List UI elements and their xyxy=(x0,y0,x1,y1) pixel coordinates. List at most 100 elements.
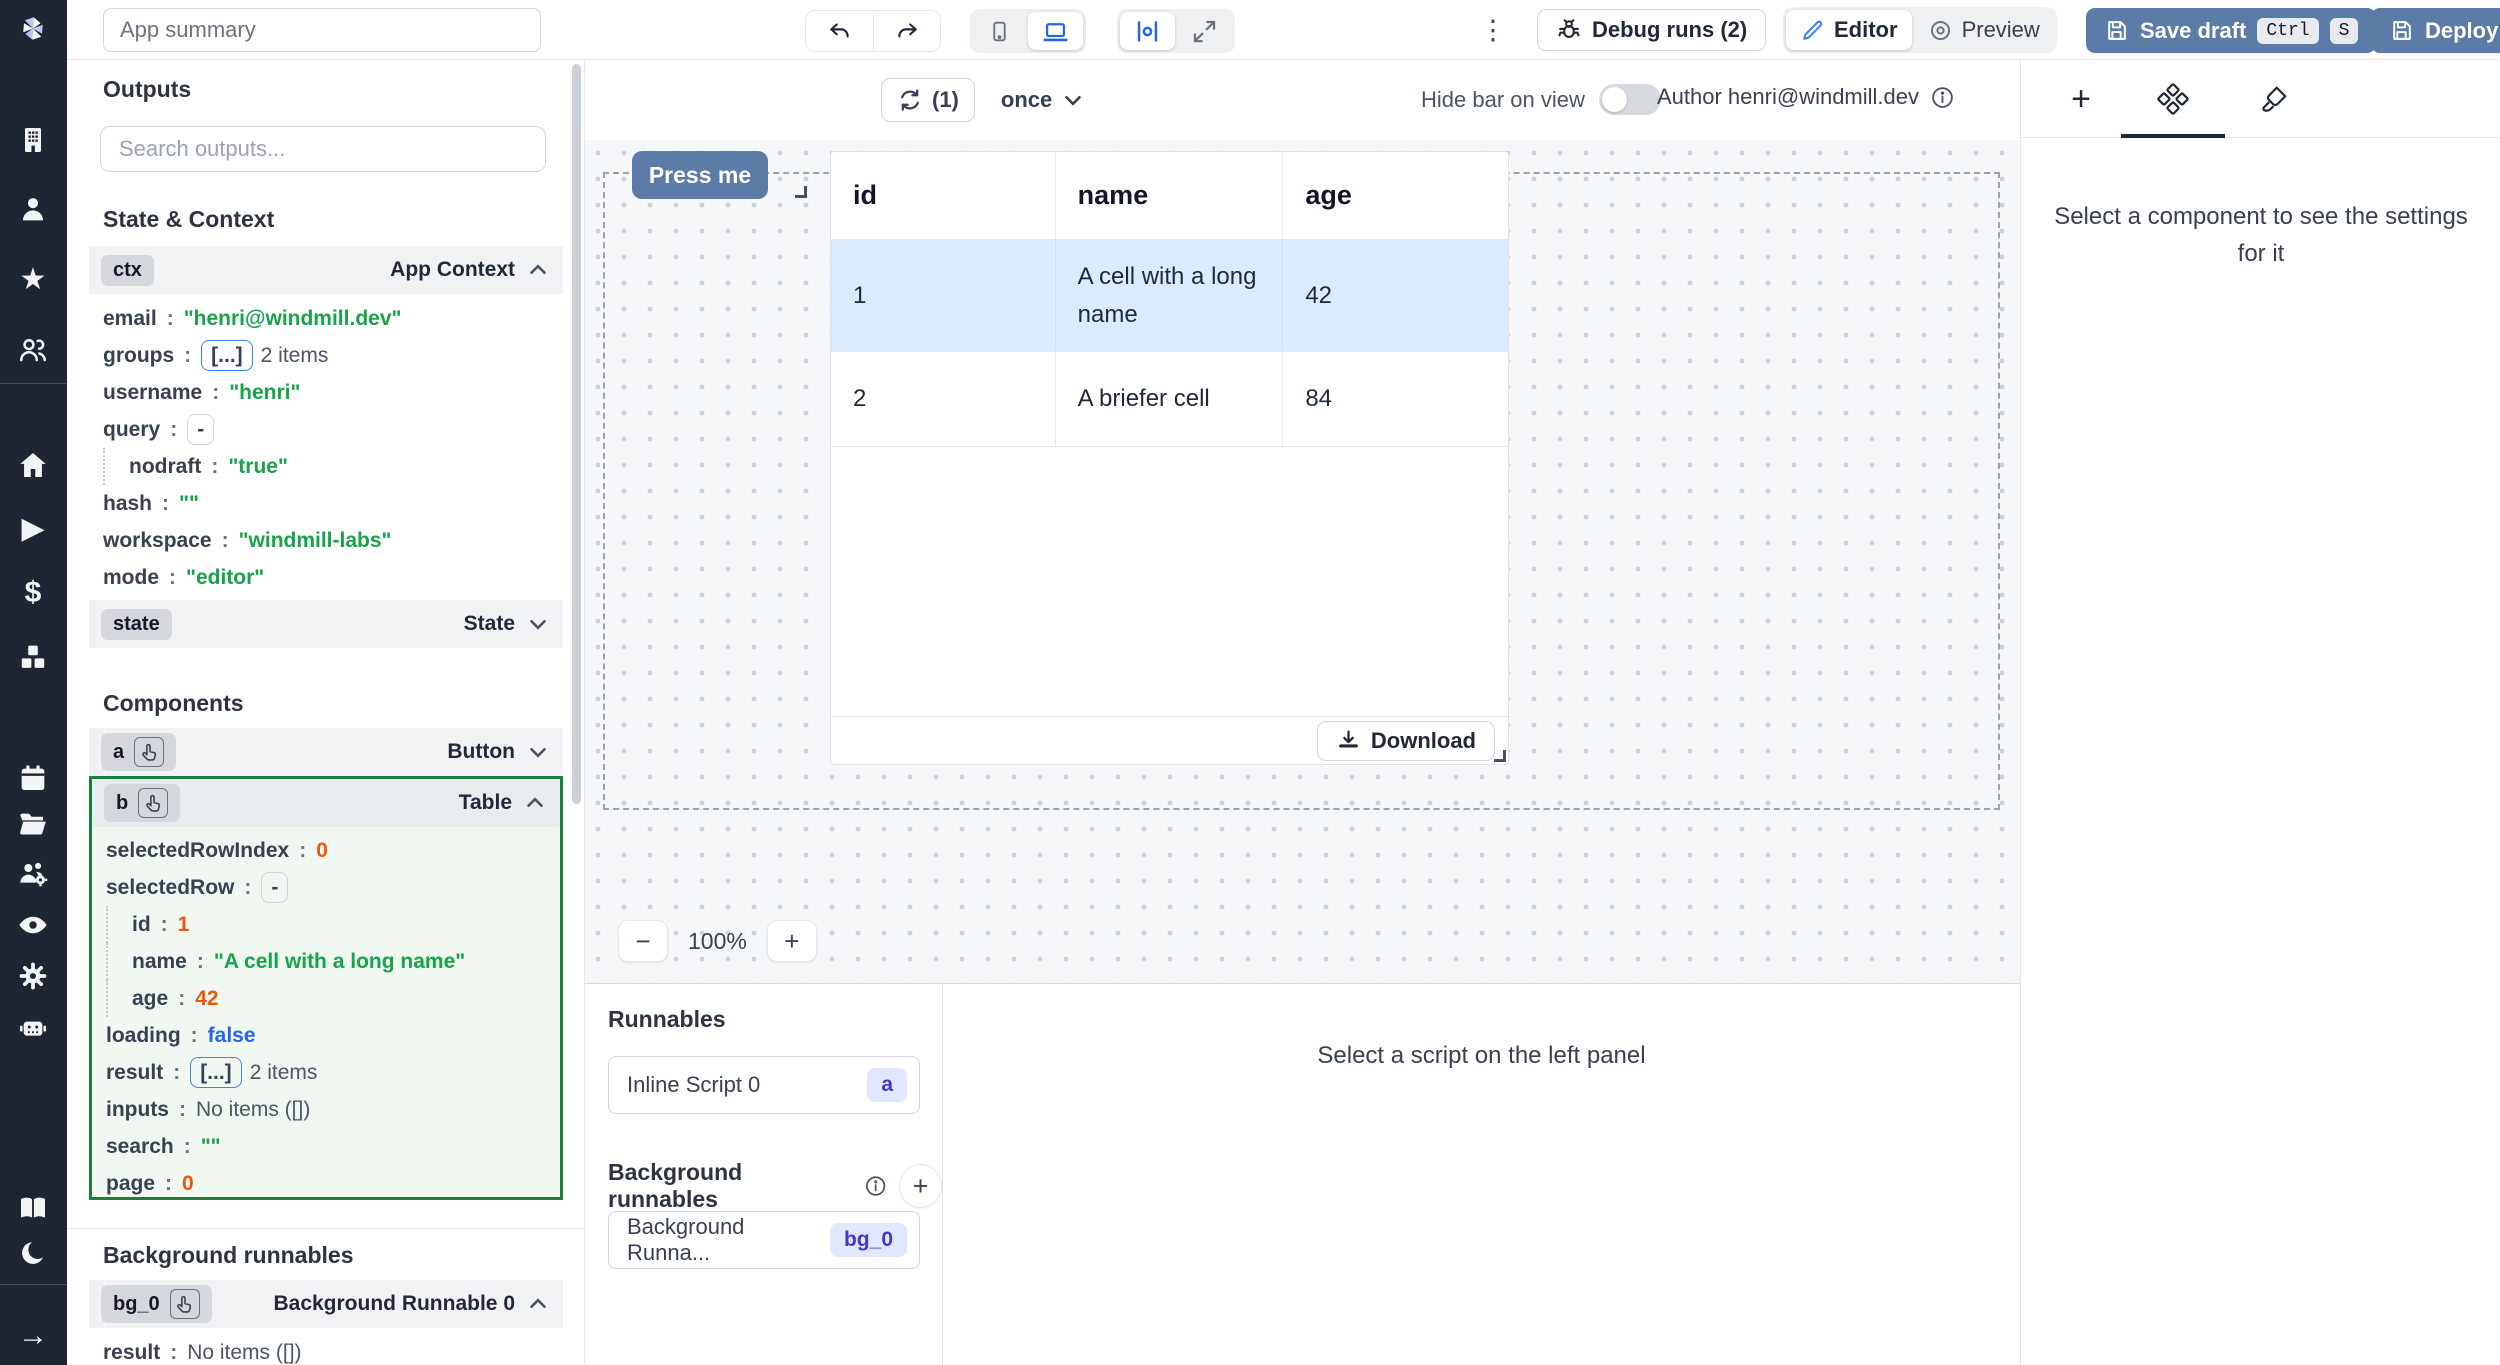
audit-eye-icon[interactable] xyxy=(15,907,51,943)
app-canvas[interactable]: Press me id name age 1 A cell with a lon… xyxy=(585,140,2020,983)
user-icon[interactable] xyxy=(15,191,51,227)
device-toggle-group xyxy=(970,9,1086,53)
settings-empty-message: Select a component to see the settings f… xyxy=(2041,198,2481,272)
styling-tab[interactable] xyxy=(2228,60,2320,138)
schedules-calendar-icon[interactable] xyxy=(15,760,51,796)
output-row: inputsNo items ([]) xyxy=(92,1091,566,1128)
add-background-runnable-button[interactable]: + xyxy=(899,1164,942,1208)
table-resize-handle[interactable] xyxy=(1494,750,1506,762)
workspace-icon[interactable] xyxy=(15,122,51,158)
runs-play-icon[interactable]: ▶ xyxy=(15,511,51,547)
hide-bar-toggle[interactable] xyxy=(1599,84,1661,115)
windmill-logo[interactable] xyxy=(15,12,51,48)
settings-panel: + Select a component to see the settings… xyxy=(2020,60,2500,1365)
chevron-up-icon xyxy=(525,1291,551,1317)
folders-icon[interactable] xyxy=(15,805,51,841)
zoom-in-button[interactable]: + xyxy=(767,920,817,962)
column-header[interactable]: name xyxy=(1056,152,1284,239)
ai-robot-icon[interactable] xyxy=(15,1009,51,1045)
chevron-down-icon xyxy=(525,611,551,637)
desktop-view-button[interactable] xyxy=(1028,12,1083,50)
redo-button[interactable] xyxy=(873,11,940,51)
column-header[interactable]: id xyxy=(831,152,1056,239)
favorites-star-icon[interactable]: ★ xyxy=(15,262,51,298)
collapse-arrow-icon[interactable]: → xyxy=(15,1318,51,1354)
workers-users-gear-icon[interactable] xyxy=(15,856,51,892)
centered-layout-button[interactable] xyxy=(1120,12,1175,50)
settings-gear-icon[interactable] xyxy=(15,958,51,994)
empty-value-chip[interactable]: - xyxy=(261,872,288,903)
column-header[interactable]: age xyxy=(1283,152,1508,239)
component-b-header[interactable]: b Table xyxy=(92,779,560,827)
app-summary-input[interactable] xyxy=(103,8,541,52)
deploy-button[interactable]: Deploy xyxy=(2371,8,2500,53)
hand-pointer-icon[interactable] xyxy=(170,1289,200,1319)
table-header-row: id name age xyxy=(831,152,1508,240)
hand-pointer-icon[interactable] xyxy=(134,737,164,767)
state-node-header[interactable]: state State xyxy=(89,600,563,648)
panel-scrollbar[interactable] xyxy=(572,64,581,804)
table-cell[interactable]: 84 xyxy=(1283,352,1508,446)
components-title: Components xyxy=(103,690,244,717)
table-cell[interactable]: A cell with a long name xyxy=(1056,240,1284,351)
fullscreen-button[interactable] xyxy=(1177,12,1232,50)
preview-tab[interactable]: Preview xyxy=(1914,10,2054,50)
debug-runs-button[interactable]: Debug runs (2) xyxy=(1537,9,1766,51)
more-options-menu[interactable]: ⋮ xyxy=(1475,12,1511,48)
expand-array-chip[interactable]: [...] xyxy=(190,1057,242,1088)
download-button[interactable]: Download xyxy=(1317,721,1495,761)
variables-dollar-icon[interactable]: $ xyxy=(15,575,51,611)
refresh-icon xyxy=(897,87,923,113)
top-toolbar: ⋮ Debug runs (2) Editor Preview Save dra… xyxy=(67,0,2500,60)
output-row: page0 xyxy=(92,1165,566,1202)
button-resize-handle[interactable] xyxy=(795,186,807,198)
component-b-type-label: Table xyxy=(459,791,512,815)
table-cell[interactable]: 2 xyxy=(831,352,1056,446)
add-component-tab[interactable]: + xyxy=(2035,60,2127,138)
component-settings-tab[interactable] xyxy=(2127,60,2219,138)
empty-value-chip[interactable]: - xyxy=(187,414,214,445)
output-row: id1 xyxy=(106,906,566,943)
output-row: search"" xyxy=(92,1128,566,1165)
refresh-button[interactable]: (1) xyxy=(881,78,975,122)
inline-script-item[interactable]: Inline Script 0 a xyxy=(608,1056,920,1114)
hand-pointer-icon[interactable] xyxy=(138,788,168,818)
shortcut-ctrl-key: Ctrl xyxy=(2257,18,2318,44)
table-row-selected[interactable]: 1 A cell with a long name 42 xyxy=(831,240,1508,352)
ctx-node-header[interactable]: ctx App Context xyxy=(89,246,563,294)
undo-button[interactable] xyxy=(806,11,873,51)
state-id-pill: state xyxy=(101,609,172,640)
groups-icon[interactable] xyxy=(15,332,51,368)
bg0-node-header[interactable]: bg_0 Background Runnable 0 xyxy=(89,1280,563,1328)
press-me-button-component[interactable]: Press me xyxy=(632,151,768,199)
table-cell[interactable]: 42 xyxy=(1283,240,1508,351)
background-runnable-item[interactable]: Background Runna... bg_0 xyxy=(608,1211,920,1269)
outputs-panel: Outputs State & Context ctx App Context … xyxy=(67,60,585,1365)
output-row: age42 xyxy=(106,980,566,1017)
dark-mode-moon-icon[interactable] xyxy=(15,1235,51,1271)
table-cell[interactable]: A briefer cell xyxy=(1056,352,1284,446)
output-row: username"henri" xyxy=(89,374,563,411)
resources-cubes-icon[interactable] xyxy=(15,639,51,675)
editor-label: Editor xyxy=(1834,17,1898,43)
save-draft-button[interactable]: Save draft Ctrl S xyxy=(2086,8,2376,53)
info-icon[interactable] xyxy=(864,1174,887,1198)
layout-toggle-group xyxy=(1117,9,1235,53)
search-outputs-input[interactable] xyxy=(100,126,546,172)
component-a-header[interactable]: a Button xyxy=(89,728,563,776)
table-cell[interactable]: 1 xyxy=(831,240,1056,351)
table-row[interactable]: 2 A briefer cell 84 xyxy=(831,352,1508,447)
section-divider xyxy=(67,1228,585,1229)
mobile-view-button[interactable] xyxy=(973,12,1026,50)
home-icon[interactable] xyxy=(15,447,51,483)
component-b-id-pill: b xyxy=(104,784,180,822)
docs-book-icon[interactable] xyxy=(15,1190,51,1226)
editor-tab[interactable]: Editor xyxy=(1786,10,1912,50)
info-icon[interactable] xyxy=(1930,85,1955,110)
refresh-mode-dropdown[interactable]: once xyxy=(1001,87,1086,113)
expand-array-chip[interactable]: [...] xyxy=(201,340,253,371)
script-editor-empty-message: Select a script on the left panel xyxy=(943,1042,2020,1070)
active-tab-indicator xyxy=(2121,134,2225,138)
inline-script-badge: a xyxy=(867,1068,907,1102)
zoom-out-button[interactable]: − xyxy=(618,920,668,962)
